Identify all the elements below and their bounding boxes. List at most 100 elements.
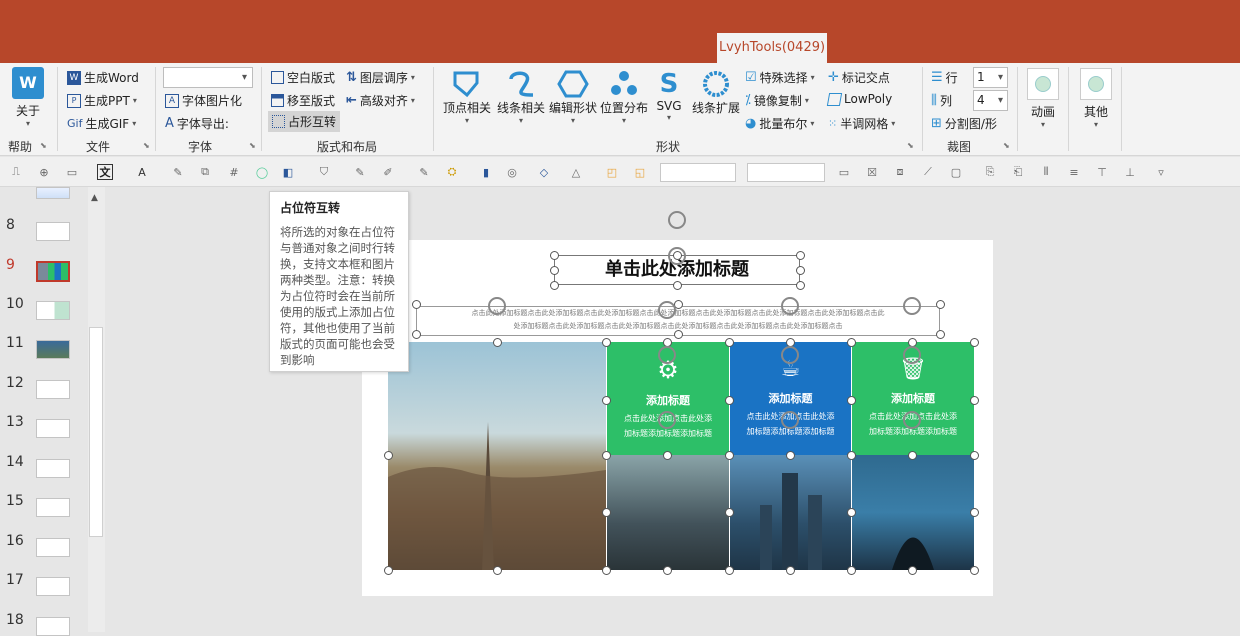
advanced-align-button[interactable]: ⇤ 高级对齐 ▾: [346, 92, 415, 109]
eyedropper-icon[interactable]: ✎: [416, 164, 432, 180]
mark-intersection-button[interactable]: ✛ 标记交点: [828, 69, 890, 86]
city-photo-1[interactable]: [607, 455, 729, 570]
lowpoly-button[interactable]: LowPoly: [826, 92, 892, 106]
slide-thumbnail[interactable]: [36, 617, 70, 636]
resize-handle[interactable]: [602, 451, 611, 460]
rotate-handle-icon[interactable]: [903, 297, 921, 315]
expand-icon[interactable]: ⬊: [143, 141, 150, 150]
slide-thumbnail-active[interactable]: [36, 261, 70, 282]
text-icon[interactable]: 文: [97, 164, 113, 180]
generate-ppt-button[interactable]: P 生成PPT ▾: [67, 92, 137, 109]
shapes-icon[interactable]: ◎: [504, 164, 520, 180]
resize-handle[interactable]: [602, 396, 611, 405]
eyedropper-icon[interactable]: ✎: [170, 164, 186, 180]
generate-gif-button[interactable]: Gif 生成GIF ▾: [67, 115, 136, 132]
resize-handle[interactable]: [412, 300, 421, 309]
move-to-layout-button[interactable]: 移至版式: [271, 92, 335, 109]
bar-chart-icon[interactable]: ▮: [478, 164, 494, 180]
resize-handle[interactable]: [550, 251, 559, 260]
resize-handle[interactable]: [663, 451, 672, 460]
font-to-image-button[interactable]: A 字体图片化: [165, 92, 242, 109]
placeholder-convert-button[interactable]: 占形互转: [268, 111, 341, 132]
rotate-handle-icon[interactable]: [903, 346, 921, 364]
slide-thumbnail[interactable]: [36, 577, 70, 596]
rotate-handle-icon[interactable]: [668, 247, 686, 265]
resize-handle[interactable]: [796, 281, 805, 290]
resize-handle[interactable]: [908, 451, 917, 460]
resize-handle[interactable]: [663, 566, 672, 575]
slide-thumbnail[interactable]: [36, 222, 70, 241]
resize-handle[interactable]: [908, 566, 917, 575]
resize-handle[interactable]: [725, 396, 734, 405]
rotate-handle-icon[interactable]: [658, 301, 676, 319]
close-box-icon[interactable]: ☒: [864, 164, 880, 180]
svg-button[interactable]: S SVG ▾: [651, 69, 687, 122]
rotate-handle-icon[interactable]: [488, 297, 506, 315]
resize-handle[interactable]: [550, 266, 559, 275]
split-image-button[interactable]: ⊞ 分割图/形: [931, 115, 997, 132]
position-distribute-button[interactable]: 位置分布 ▾: [599, 69, 649, 125]
resize-handle[interactable]: [970, 338, 979, 347]
vertex-button[interactable]: 顶点相关 ▾: [442, 69, 492, 125]
tab-lvyhtools[interactable]: LvyhTools(0429): [717, 33, 827, 63]
align-right-icon[interactable]: ⎗: [1010, 164, 1026, 180]
pin-icon[interactable]: ⎍: [8, 164, 24, 180]
layer-order-button[interactable]: ⇅ 图层调序 ▾: [346, 69, 415, 86]
align-left-icon[interactable]: ⎘: [982, 164, 998, 180]
resize-handle[interactable]: [602, 566, 611, 575]
special-select-button[interactable]: ☑ 特殊选择 ▾: [745, 69, 815, 86]
cols-select[interactable]: 4 ▾: [973, 90, 1008, 111]
rotate-handle-icon[interactable]: [903, 411, 921, 429]
resize-handle[interactable]: [725, 508, 734, 517]
expand-icon[interactable]: ⬊: [907, 141, 914, 150]
slide-thumbnail[interactable]: [36, 187, 70, 199]
eyedropper-icon[interactable]: ✎: [352, 164, 368, 180]
resize-handle[interactable]: [384, 566, 393, 575]
animation-button[interactable]: 动画 ▾: [1025, 68, 1061, 129]
rotate-handle-icon[interactable]: [658, 346, 676, 364]
hash-icon[interactable]: #: [226, 164, 242, 180]
resize-handle[interactable]: [847, 566, 856, 575]
slide-thumbnail[interactable]: [36, 538, 70, 557]
batch-boolean-button[interactable]: ◕ 批量布尔 ▾: [745, 115, 814, 132]
slide-thumbnail[interactable]: [36, 340, 70, 359]
resize-handle[interactable]: [936, 330, 945, 339]
resize-handle[interactable]: [847, 451, 856, 460]
ungroup-icon[interactable]: ◱: [632, 164, 648, 180]
resize-handle[interactable]: [970, 508, 979, 517]
resize-handle[interactable]: [970, 396, 979, 405]
align-top-icon[interactable]: ⊤: [1094, 164, 1110, 180]
slide-thumbnail[interactable]: [36, 419, 70, 438]
image-frame-icon[interactable]: ▭: [836, 164, 852, 180]
expand-icon[interactable]: ⬊: [40, 141, 47, 150]
image-icon[interactable]: ⧉: [197, 164, 213, 180]
align-icon[interactable]: ⊕: [36, 164, 52, 180]
resize-handle[interactable]: [847, 396, 856, 405]
city-photo-large[interactable]: [388, 342, 606, 572]
font-color-icon[interactable]: A: [134, 164, 150, 180]
paint-bucket-icon[interactable]: ⛉: [316, 164, 332, 180]
diamond-icon[interactable]: ◇: [536, 164, 552, 180]
city-photo-3[interactable]: [852, 455, 974, 570]
crop-icon[interactable]: ⧈: [892, 164, 908, 180]
mirror-copy-button[interactable]: ⁒ 镜像复制 ▾: [745, 92, 809, 109]
resize-handle[interactable]: [847, 508, 856, 517]
distribute-h-icon[interactable]: ⫴: [1038, 164, 1054, 180]
resize-handle[interactable]: [970, 566, 979, 575]
resize-handle[interactable]: [847, 338, 856, 347]
city-photo-2[interactable]: [730, 455, 851, 570]
format-painter-icon[interactable]: ⛭: [444, 164, 460, 180]
slide-thumbnail[interactable]: [36, 459, 70, 478]
chevron-down-icon[interactable]: ▿: [1153, 164, 1169, 180]
about-button[interactable]: W 关于 ▾: [8, 67, 48, 128]
triangle-icon[interactable]: △: [568, 164, 584, 180]
group-icon[interactable]: ◰: [604, 164, 620, 180]
resize-handle[interactable]: [493, 566, 502, 575]
rotate-handle-icon[interactable]: [781, 346, 799, 364]
textbox-icon[interactable]: ▭: [64, 164, 80, 180]
resize-handle[interactable]: [970, 451, 979, 460]
height-spinner[interactable]: [747, 163, 825, 182]
fill-pattern-icon[interactable]: ◧: [280, 164, 296, 180]
resize-handle[interactable]: [602, 338, 611, 347]
resize-handle[interactable]: [786, 451, 795, 460]
